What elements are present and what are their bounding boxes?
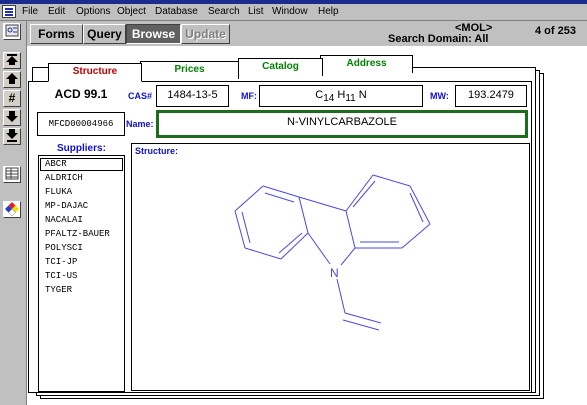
bond bbox=[262, 185, 300, 198]
bond bbox=[340, 247, 356, 266]
nitrogen-atom-label: N bbox=[330, 266, 339, 280]
bond bbox=[352, 180, 376, 208]
bond bbox=[345, 210, 356, 249]
bond bbox=[280, 232, 309, 260]
bond bbox=[342, 319, 380, 331]
bond bbox=[401, 223, 431, 249]
bond bbox=[307, 232, 331, 265]
bond bbox=[298, 196, 309, 234]
bond bbox=[336, 278, 346, 314]
bond bbox=[244, 247, 282, 260]
bond bbox=[372, 174, 411, 187]
bond bbox=[234, 185, 264, 212]
bond bbox=[298, 196, 347, 212]
bond bbox=[241, 211, 251, 244]
bond bbox=[345, 174, 374, 212]
bond bbox=[409, 185, 431, 225]
structure-drawing: N bbox=[234, 174, 431, 331]
bond bbox=[344, 312, 382, 324]
